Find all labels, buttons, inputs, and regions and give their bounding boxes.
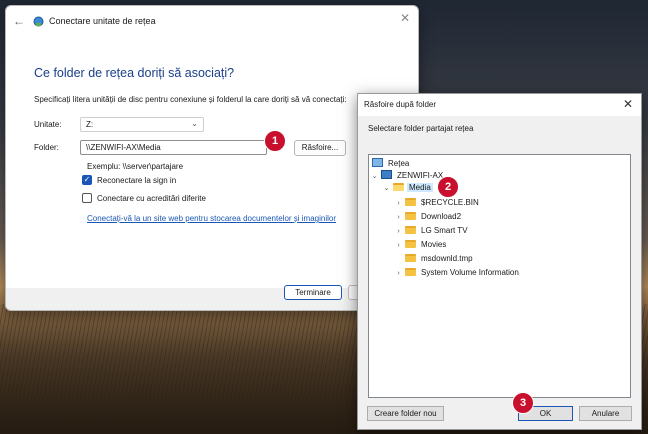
close-icon[interactable]: ✕ <box>621 97 635 111</box>
folder-tree[interactable]: Rețea ⌄ ZENWIFI-AX ⌄ Media › $RECYCLE.BIN ›… <box>368 154 631 398</box>
example-text: Exemplu: \\server\partajare <box>87 162 184 171</box>
folder-icon <box>405 254 416 262</box>
chevron-right-icon[interactable]: › <box>394 226 403 238</box>
folder-path-input[interactable]: \\ZENWIFI-AX\Media <box>80 140 267 155</box>
folder-icon <box>405 268 416 276</box>
drive-letter-value: Z: <box>86 120 94 129</box>
chevron-right-icon[interactable]: › <box>394 240 403 252</box>
network-drive-icon <box>33 16 44 27</box>
chevron-down-icon[interactable]: ⌄ <box>382 183 391 195</box>
chevron-right-icon[interactable]: › <box>394 268 403 280</box>
tree-node-network[interactable]: Rețea <box>370 158 411 170</box>
folder-open-icon <box>393 183 404 191</box>
window-title: Conectare unitate de rețea <box>49 16 156 26</box>
folder-icon <box>405 226 416 234</box>
chevron-down-icon[interactable]: ⌄ <box>370 171 379 183</box>
other-credentials-label: Conectare cu acreditări diferite <box>97 194 206 203</box>
callout-badge: 1 <box>264 130 286 152</box>
folder-icon <box>405 212 416 220</box>
chevron-right-icon[interactable]: › <box>394 212 403 224</box>
reconnect-checkbox[interactable]: ✓ <box>82 175 92 185</box>
drive-label: Unitate: <box>34 120 62 129</box>
tree-node-computer[interactable]: ⌄ ZENWIFI-AX <box>370 170 445 182</box>
back-arrow-icon[interactable]: ← <box>12 14 26 28</box>
new-folder-button[interactable]: Creare folder nou <box>367 406 444 421</box>
window-titlebar: ← Conectare unitate de rețea ✕ <box>6 6 418 36</box>
page-description: Specificați litera unității de disc pent… <box>34 95 347 104</box>
dialog-titlebar: Răsfoire după folder ✕ <box>358 94 641 116</box>
dialog-title: Răsfoire după folder <box>364 100 437 109</box>
tree-node-folder[interactable]: › LG Smart TV <box>394 225 470 237</box>
callout-badge: 2 <box>437 176 459 198</box>
tree-node-media[interactable]: ⌄ Media <box>382 182 433 194</box>
drive-letter-select[interactable]: Z: ⌄ <box>80 117 204 132</box>
computer-icon <box>381 170 392 179</box>
tree-node-folder[interactable]: › $RECYCLE.BIN <box>394 197 481 209</box>
cancel-button[interactable]: Anulare <box>579 406 632 421</box>
browse-folder-dialog: Răsfoire după folder ✕ Selectare folder … <box>357 93 642 430</box>
folder-icon <box>405 240 416 248</box>
website-storage-link[interactable]: Conectați-vă la un site web pentru stoca… <box>87 214 336 223</box>
other-credentials-checkbox[interactable] <box>82 193 92 203</box>
browse-button[interactable]: Răsfoire... <box>294 140 346 156</box>
folder-label: Folder: <box>34 143 59 152</box>
callout-badge: 3 <box>512 392 534 414</box>
folder-icon <box>405 198 416 206</box>
network-icon <box>372 158 383 167</box>
chevron-right-icon[interactable]: › <box>394 198 403 210</box>
chevron-down-icon: ⌄ <box>191 119 198 128</box>
tree-node-folder[interactable]: › System Volume Information <box>394 267 521 279</box>
page-heading: Ce folder de rețea doriți să asociați? <box>34 66 235 80</box>
close-icon[interactable]: ✕ <box>398 11 412 25</box>
folder-path-value: \\ZENWIFI-AX\Media <box>86 143 161 152</box>
tree-node-folder[interactable]: › Download2 <box>394 211 463 223</box>
tree-node-folder[interactable]: msdownld.tmp <box>394 253 475 265</box>
reconnect-label: Reconectare la sign in <box>97 176 177 185</box>
tree-node-folder[interactable]: › Movies <box>394 239 448 251</box>
finish-button[interactable]: Terminare <box>284 285 342 300</box>
dialog-description: Selectare folder partajat rețea <box>368 124 474 133</box>
